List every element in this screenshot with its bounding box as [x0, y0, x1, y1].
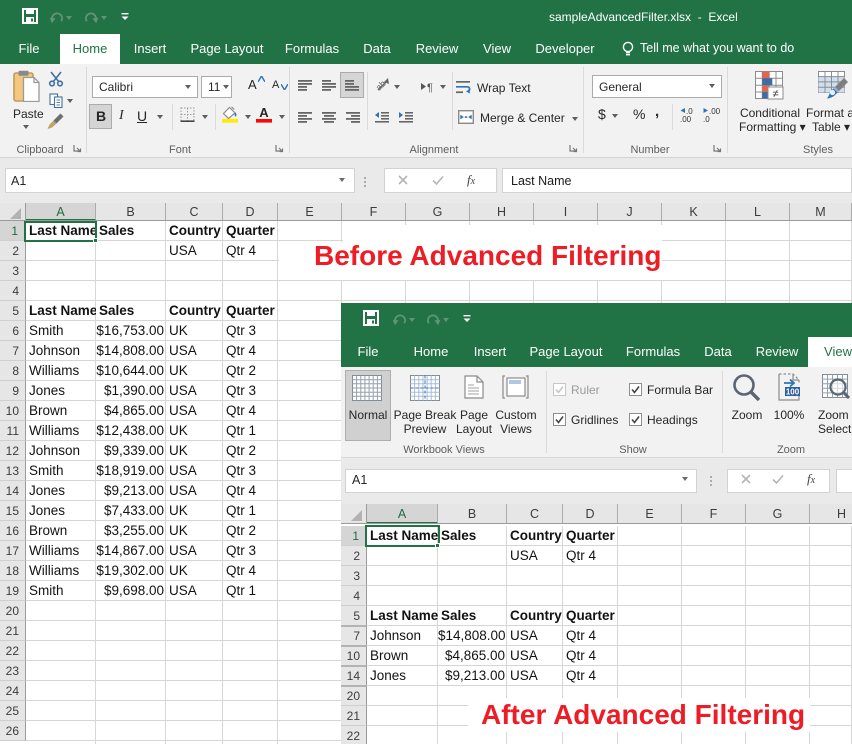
svg-text:100: 100 [786, 388, 800, 397]
svg-text:A: A [259, 106, 269, 120]
svg-text:¶: ¶ [427, 82, 433, 93]
svg-text:≠: ≠ [772, 88, 778, 100]
svg-text:.00: .00 [709, 107, 721, 116]
svg-text:.0: .0 [703, 115, 710, 123]
svg-text:.00: .00 [680, 115, 692, 123]
